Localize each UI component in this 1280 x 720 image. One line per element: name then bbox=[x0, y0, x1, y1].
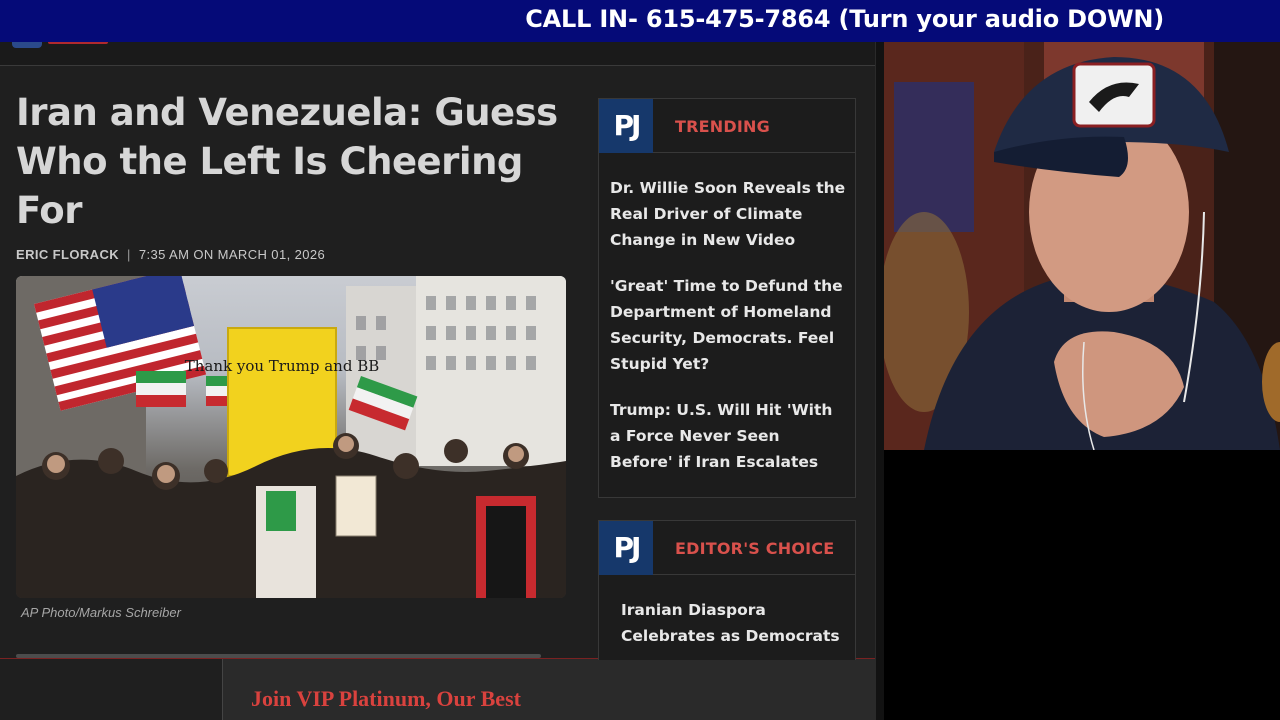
trending-link[interactable]: Trump: U.S. Will Hit 'With a Force Never… bbox=[610, 397, 846, 475]
site-logo[interactable] bbox=[12, 42, 42, 48]
article-byline: ERIC FLORACK | 7:35 AM ON MARCH 01, 2026 bbox=[16, 247, 325, 262]
editors-choice-link[interactable]: Iranian Diaspora Celebrates as Democrats bbox=[621, 597, 851, 649]
publish-timestamp: 7:35 AM ON MARCH 01, 2026 bbox=[138, 247, 326, 262]
call-in-text: CALL IN- 615-475-7864 (Turn your audio D… bbox=[525, 5, 1164, 33]
article-headline: Iran and Venezuela: Guess Who the Left I… bbox=[16, 91, 558, 232]
article-hero-photo: Thank you Trump and BB bbox=[16, 276, 566, 598]
protest-sign-text: Thank you Trump and BB bbox=[185, 357, 380, 375]
editors-choice-header: PJ EDITOR'S CHOICE bbox=[599, 521, 855, 575]
pj-logo-icon: PJ bbox=[599, 521, 653, 575]
editors-choice-list: Iranian Diaspora Celebrates as Democrats bbox=[621, 597, 851, 669]
call-in-banner: CALL IN- 615-475-7864 (Turn your audio D… bbox=[0, 0, 1280, 42]
webcam-feed bbox=[884, 42, 1280, 450]
editors-choice-title: EDITOR'S CHOICE bbox=[675, 539, 835, 558]
site-header bbox=[0, 42, 875, 66]
trending-link[interactable]: Dr. Willie Soon Reveals the Real Driver … bbox=[610, 175, 846, 253]
video-area-blank bbox=[884, 450, 1280, 720]
vip-promo-text[interactable]: Join VIP Platinum, Our Best bbox=[251, 687, 521, 711]
pj-logo-icon: PJ bbox=[599, 99, 653, 153]
editors-choice-box: PJ EDITOR'S CHOICE Iranian Diaspora Cele… bbox=[598, 520, 856, 660]
article-pane: Iran and Venezuela: Guess Who the Left I… bbox=[0, 42, 875, 720]
trending-link[interactable]: 'Great' Time to Defund the Department of… bbox=[610, 273, 846, 377]
trending-header: PJ TRENDING bbox=[599, 99, 855, 153]
trending-list: Dr. Willie Soon Reveals the Real Driver … bbox=[610, 175, 846, 495]
trending-title: TRENDING bbox=[675, 117, 770, 136]
byline-separator: | bbox=[127, 247, 131, 262]
pane-separator bbox=[875, 42, 884, 720]
trending-box: PJ TRENDING Dr. Willie Soon Reveals the … bbox=[598, 98, 856, 498]
site-logo-wordmark[interactable] bbox=[48, 42, 108, 44]
photo-credit: AP Photo/Markus Schreiber bbox=[21, 605, 181, 620]
author-name[interactable]: ERIC FLORACK bbox=[16, 247, 119, 262]
